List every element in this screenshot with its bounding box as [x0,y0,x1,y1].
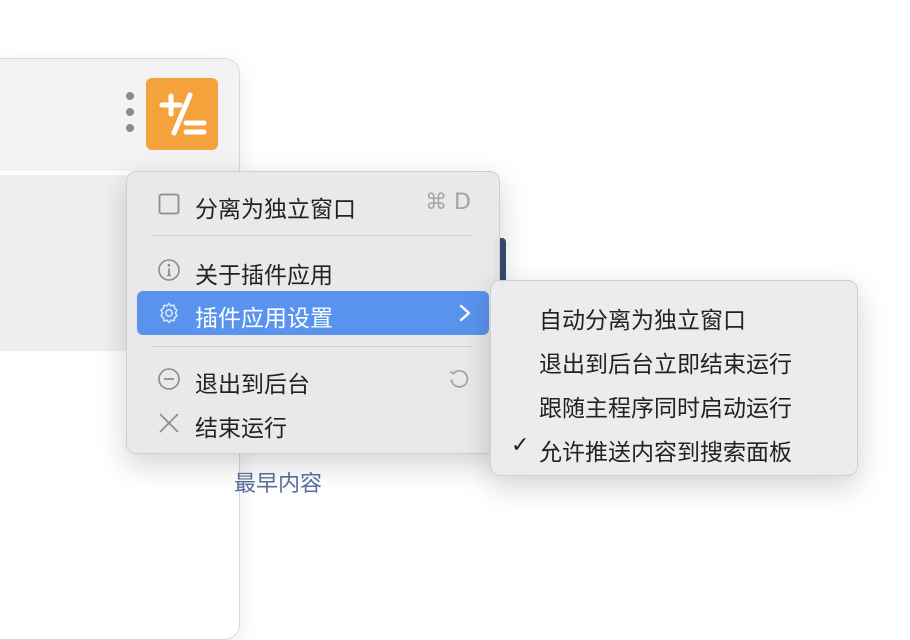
submenu-item-label: 允许推送内容到搜索面板 [539,440,792,466]
menu-item-label: 结束运行 [195,416,287,442]
shortcut-label: ⌘ D [425,190,471,215]
settings-submenu: 自动分离为独立窗口 退出到后台立即结束运行 跟随主程序同时启动运行 ✓ 允许推送… [490,280,858,476]
menu-separator [151,346,473,347]
checkmark-icon: ✓ [511,433,530,458]
earliest-content-link[interactable]: 最早内容 [234,466,322,498]
menu-item-label: 关于插件应用 [195,263,333,289]
submenu-item-allow-push-search[interactable]: ✓ 允许推送内容到搜索面板 [499,425,849,469]
menu-item-exit-to-background[interactable]: 退出到后台 [137,357,489,401]
submenu-item-auto-detach[interactable]: 自动分离为独立窗口 [499,293,849,337]
submenu-item-label: 自动分离为独立窗口 [539,308,746,334]
menu-item-plugin-settings[interactable]: 插件应用设置 [137,291,489,335]
chevron-right-icon [455,301,475,325]
calculator-plusminus-icon[interactable] [146,78,218,150]
submenu-item-label: 退出到后台立即结束运行 [539,352,792,378]
checkbox-icon [157,192,181,216]
submenu-item-label: 跟随主程序同时启动运行 [539,396,792,422]
menu-item-end-run[interactable]: 结束运行 [137,401,489,445]
submenu-item-launch-with-main[interactable]: 跟随主程序同时启动运行 [499,381,849,425]
menu-item-detach-window[interactable]: 分离为独立窗口 ⌘ D [137,182,489,226]
menu-separator [151,235,473,236]
gear-icon [157,301,181,325]
menu-item-label: 退出到后台 [195,372,310,398]
close-icon [157,411,181,435]
context-menu: 分离为独立窗口 ⌘ D 关于插件应用 插件应用设置 退出到后台 结束运行 [126,171,500,454]
submenu-item-exit-end-run[interactable]: 退出到后台立即结束运行 [499,337,849,381]
menu-item-label: 插件应用设置 [195,306,333,332]
menu-item-label: 分离为独立窗口 [195,197,356,223]
more-options-icon[interactable] [126,92,134,136]
minus-circle-icon [157,367,181,391]
info-icon [157,258,181,282]
menu-item-about-plugin[interactable]: 关于插件应用 [137,248,489,292]
reload-icon [447,367,471,397]
